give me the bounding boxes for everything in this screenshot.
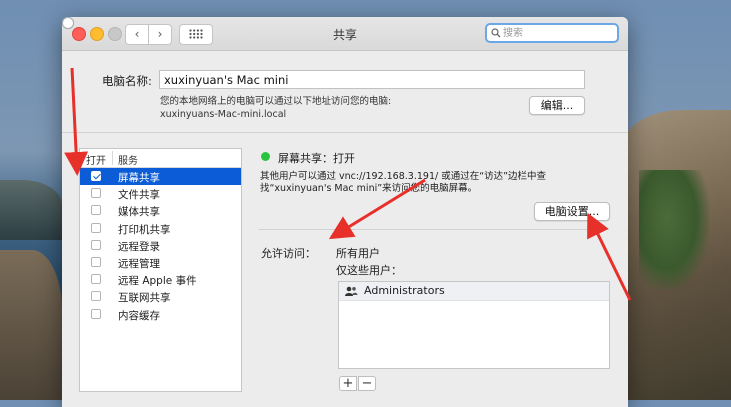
arrow-to-all-users xyxy=(328,178,426,240)
arrow-to-screen-sharing xyxy=(64,67,89,176)
annotation-arrows xyxy=(64,67,632,301)
arrow-to-settings-button xyxy=(587,212,632,301)
